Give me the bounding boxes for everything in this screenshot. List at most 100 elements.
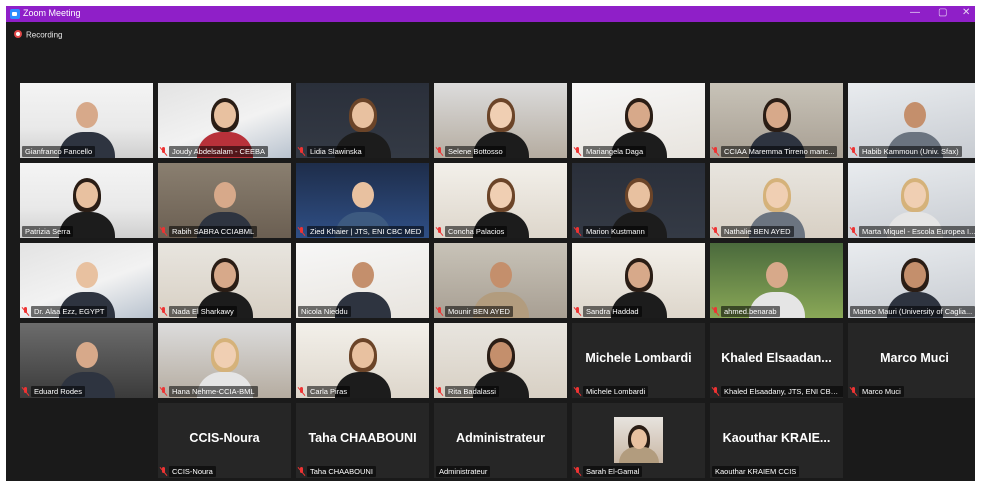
participant-tile[interactable]: Khaled Elsaadan... Khaled Elsaadany, JTS… xyxy=(710,323,843,398)
recording-label: Recording xyxy=(26,30,63,40)
participant-name: Sandra Haddad xyxy=(583,306,642,317)
participant-name: Nathalie BEN AYED xyxy=(721,226,794,237)
participant-tile[interactable]: Kaouthar KRAIE... Kaouthar KRAIEM CCIS xyxy=(710,403,843,478)
participant-name: Hana Nehme-CCIA-BML xyxy=(169,386,258,397)
participant-name: Mariangela Daga xyxy=(583,146,647,157)
muted-mic-icon xyxy=(850,227,857,236)
participant-name: Lidia Slawinska xyxy=(307,146,365,157)
participant-name: Sarah El-Gamal xyxy=(583,466,643,477)
participant-tile[interactable]: Hana Nehme-CCIA-BML xyxy=(158,323,291,398)
participant-name: Marco Muci xyxy=(859,386,904,397)
participant-tile[interactable]: Mounir BEN AYED xyxy=(434,243,567,318)
window-title: Zoom Meeting xyxy=(23,8,81,18)
muted-mic-icon xyxy=(298,147,305,156)
muted-mic-icon xyxy=(436,227,443,236)
participant-display-name: Taha CHAABOUNI xyxy=(308,431,417,445)
minimize-button[interactable]: — xyxy=(910,7,920,18)
participant-name: Matteo Mauri (University of Caglia... xyxy=(850,306,975,317)
participant-tile[interactable]: Joudy Abdelsalam - CEEBA xyxy=(158,83,291,158)
participant-name: Selene Bottosso xyxy=(445,146,506,157)
participant-tile[interactable]: Nathalie BEN AYED xyxy=(710,163,843,238)
participant-tile[interactable]: Marta Miquel - Escola Europea I... xyxy=(848,163,975,238)
participant-name: Patrizia Serra xyxy=(22,226,74,237)
participant-tile[interactable]: Concha Palacios xyxy=(434,163,567,238)
participant-name: Taha CHAABOUNI xyxy=(307,466,376,477)
muted-mic-icon xyxy=(712,227,719,236)
participant-tile[interactable]: Nada El Sharkawy xyxy=(158,243,291,318)
participant-tile[interactable]: Administrateur Administrateur xyxy=(434,403,567,478)
participant-name: Rabih SABRA CCIABML xyxy=(169,226,258,237)
maximize-button[interactable]: ▢ xyxy=(938,7,947,18)
participant-name: ahmed.benarab xyxy=(721,306,780,317)
participant-tile[interactable]: Rabih SABRA CCIABML xyxy=(158,163,291,238)
participant-tile[interactable]: Lidia Slawinska xyxy=(296,83,429,158)
participant-tile[interactable]: Marco Muci Marco Muci xyxy=(848,323,975,398)
participant-tile[interactable]: ahmed.benarab xyxy=(710,243,843,318)
participant-tile[interactable]: Nicola Nieddu xyxy=(296,243,429,318)
participant-name: Administrateur xyxy=(436,466,491,477)
participant-tile[interactable]: Eduard Rodes xyxy=(20,323,153,398)
participant-tile[interactable]: CCIAA Maremma Tirreno manc... xyxy=(710,83,843,158)
participant-tile[interactable]: Rita Badalassi xyxy=(434,323,567,398)
participant-name: Mounir BEN AYED xyxy=(445,306,513,317)
muted-mic-icon xyxy=(850,387,857,396)
participant-name: Dr. Alaa Ezz, EGYPT xyxy=(31,306,108,317)
muted-mic-icon xyxy=(850,147,857,156)
participant-tile[interactable]: Marion Kustmann xyxy=(572,163,705,238)
participant-name: Carla Piras xyxy=(307,386,351,397)
participant-tile[interactable]: CCIS-Noura CCIS-Noura xyxy=(158,403,291,478)
participant-tile[interactable]: Mariangela Daga xyxy=(572,83,705,158)
muted-mic-icon xyxy=(160,387,167,396)
muted-mic-icon xyxy=(574,147,581,156)
participant-tile[interactable]: Patrizia Serra xyxy=(20,163,153,238)
participant-tile[interactable]: Gianfranco Fancello xyxy=(20,83,153,158)
muted-mic-icon xyxy=(574,227,581,236)
muted-mic-icon xyxy=(298,387,305,396)
title-bar: Zoom Meeting — ▢ ✕ xyxy=(6,6,975,22)
muted-mic-icon xyxy=(574,307,581,316)
participant-tile[interactable]: Zied Khaier | JTS, ENI CBC MED xyxy=(296,163,429,238)
muted-mic-icon xyxy=(574,387,581,396)
participant-tile[interactable]: Michele Lombardi Michele Lombardi xyxy=(572,323,705,398)
participant-name: Michele Lombardi xyxy=(583,386,649,397)
muted-mic-icon xyxy=(298,227,305,236)
participant-tile[interactable]: Selene Bottosso xyxy=(434,83,567,158)
participant-gallery: Gianfranco Fancello Joudy Abdelsalam - C… xyxy=(20,83,975,481)
participant-tile[interactable]: Dr. Alaa Ezz, EGYPT xyxy=(20,243,153,318)
participant-name: Gianfranco Fancello xyxy=(22,146,96,157)
muted-mic-icon xyxy=(298,467,305,476)
participant-display-name: Administrateur xyxy=(456,431,545,445)
zoom-window: Zoom Meeting — ▢ ✕ Recording Gianfranco … xyxy=(6,6,975,481)
participant-name: Rita Badalassi xyxy=(445,386,499,397)
participant-name: Kaouthar KRAIEM CCIS xyxy=(712,466,800,477)
close-button[interactable]: ✕ xyxy=(962,7,970,18)
participant-display-name: Marco Muci xyxy=(880,351,949,365)
participant-name: Eduard Rodes xyxy=(31,386,85,397)
recording-indicator[interactable]: Recording xyxy=(14,29,63,42)
participant-name: Marta Miquel - Escola Europea I... xyxy=(859,226,975,237)
zoom-app-icon xyxy=(10,9,20,19)
participant-tile[interactable]: Sandra Haddad xyxy=(572,243,705,318)
muted-mic-icon xyxy=(712,387,719,396)
participant-tile[interactable]: Taha CHAABOUNI Taha CHAABOUNI xyxy=(296,403,429,478)
participant-tile[interactable]: Matteo Mauri (University of Caglia... xyxy=(848,243,975,318)
muted-mic-icon xyxy=(574,467,581,476)
muted-mic-icon xyxy=(436,147,443,156)
profile-photo xyxy=(614,417,663,463)
participant-name: Marion Kustmann xyxy=(583,226,648,237)
participant-name: Concha Palacios xyxy=(445,226,508,237)
participant-name: CCIAA Maremma Tirreno manc... xyxy=(721,146,838,157)
participant-tile[interactable]: Carla Piras xyxy=(296,323,429,398)
participant-name: Khaled Elsaadany, JTS, ENI CBC ... xyxy=(721,386,843,397)
participant-name: Joudy Abdelsalam - CEEBA xyxy=(169,146,268,157)
participant-display-name: Michele Lombardi xyxy=(585,351,692,365)
muted-mic-icon xyxy=(160,147,167,156)
muted-mic-icon xyxy=(160,227,167,236)
recording-icon xyxy=(14,29,22,38)
muted-mic-icon xyxy=(436,387,443,396)
participant-name: Nada El Sharkawy xyxy=(169,306,237,317)
muted-mic-icon xyxy=(712,307,719,316)
participant-name: Zied Khaier | JTS, ENI CBC MED xyxy=(307,226,425,237)
participant-tile[interactable]: Sarah El-Gamal xyxy=(572,403,705,478)
participant-tile[interactable]: Habib Kammoun (Univ. Sfax) xyxy=(848,83,975,158)
